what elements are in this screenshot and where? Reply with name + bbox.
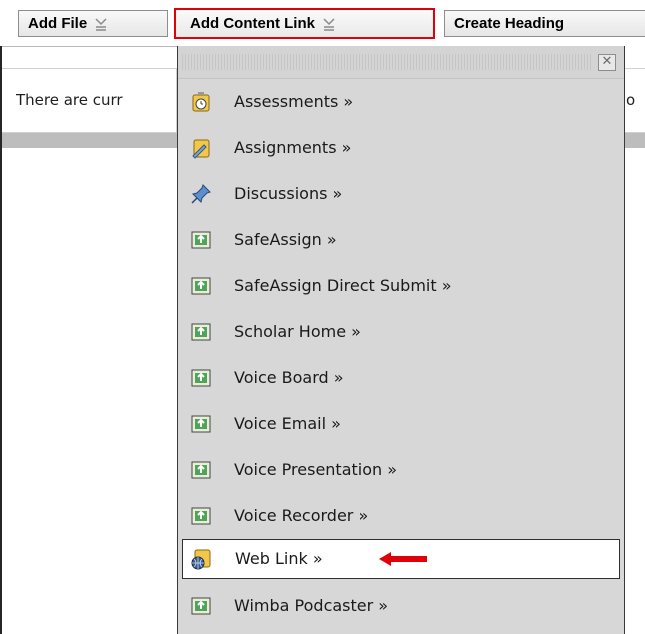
add-content-link-label: Add Content Link	[190, 15, 315, 32]
empty-message-text: There are curr	[16, 91, 123, 109]
menu-item-label: SafeAssign »	[234, 230, 337, 249]
menu-item-label: Assessments »	[234, 92, 354, 111]
chevron-down-icon	[323, 18, 335, 31]
tool-icon	[191, 369, 211, 387]
content-link-menu: ✕ Assessments » Assignments » Discussion…	[177, 46, 625, 634]
menu-item-voice-board[interactable]: Voice Board »	[182, 359, 620, 397]
menu-item-assignments[interactable]: Assignments »	[182, 129, 620, 167]
menu-item-discussions[interactable]: Discussions »	[182, 175, 620, 213]
toolbar: Add File Add Content Link Create Heading	[0, 0, 645, 47]
add-content-link-button[interactable]: Add Content Link	[174, 8, 435, 39]
menu-item-voice-presentation[interactable]: Voice Presentation »	[182, 451, 620, 489]
tool-icon	[191, 231, 211, 249]
tool-icon	[191, 507, 211, 525]
tool-icon	[191, 323, 211, 341]
chevron-down-icon	[95, 18, 107, 31]
menu-item-label: Assignments »	[234, 138, 352, 157]
add-file-button[interactable]: Add File	[18, 10, 168, 37]
tool-icon	[191, 415, 211, 433]
menu-header: ✕	[178, 46, 624, 79]
menu-item-safeassign-direct-submit[interactable]: SafeAssign Direct Submit »	[182, 267, 620, 305]
create-heading-label: Create Heading	[454, 15, 565, 32]
menu-item-voice-email[interactable]: Voice Email »	[182, 405, 620, 443]
menu-drag-handle[interactable]	[182, 54, 592, 70]
empty-message-text-right: o	[626, 91, 636, 109]
menu-item-safeassign[interactable]: SafeAssign »	[182, 221, 620, 259]
menu-item-assessments[interactable]: Assessments »	[182, 83, 620, 121]
menu-item-label: Voice Board »	[234, 368, 344, 387]
divider-bar-right	[625, 133, 645, 148]
menu-item-scholar-home[interactable]: Scholar Home »	[182, 313, 620, 351]
menu-item-label: Voice Recorder »	[234, 506, 369, 525]
web-link-icon	[191, 549, 211, 570]
tool-icon	[191, 461, 211, 479]
assessment-icon	[192, 92, 210, 112]
assignment-icon	[192, 139, 210, 159]
add-file-label: Add File	[28, 15, 88, 32]
menu-item-label: Scholar Home »	[234, 322, 361, 341]
close-icon[interactable]: ✕	[598, 54, 616, 71]
create-heading-button[interactable]: Create Heading	[444, 10, 645, 37]
menu-item-wimba-podcaster[interactable]: Wimba Podcaster »	[182, 587, 620, 625]
menu-item-label: Web Link »	[235, 549, 323, 568]
menu-item-label: SafeAssign Direct Submit »	[234, 276, 452, 295]
menu-item-voice-recorder[interactable]: Voice Recorder »	[182, 497, 620, 535]
menu-item-label: Voice Email »	[234, 414, 341, 433]
pushpin-icon	[191, 184, 211, 204]
tool-icon	[191, 277, 211, 295]
red-arrow-icon	[379, 552, 427, 566]
menu-item-label: Voice Presentation »	[234, 460, 398, 479]
menu-item-label: Wimba Podcaster »	[234, 596, 389, 615]
tool-icon	[191, 597, 211, 615]
divider-bar	[2, 133, 177, 148]
menu-item-web-link[interactable]: Web Link »	[182, 539, 620, 579]
menu-item-label: Discussions »	[234, 184, 343, 203]
